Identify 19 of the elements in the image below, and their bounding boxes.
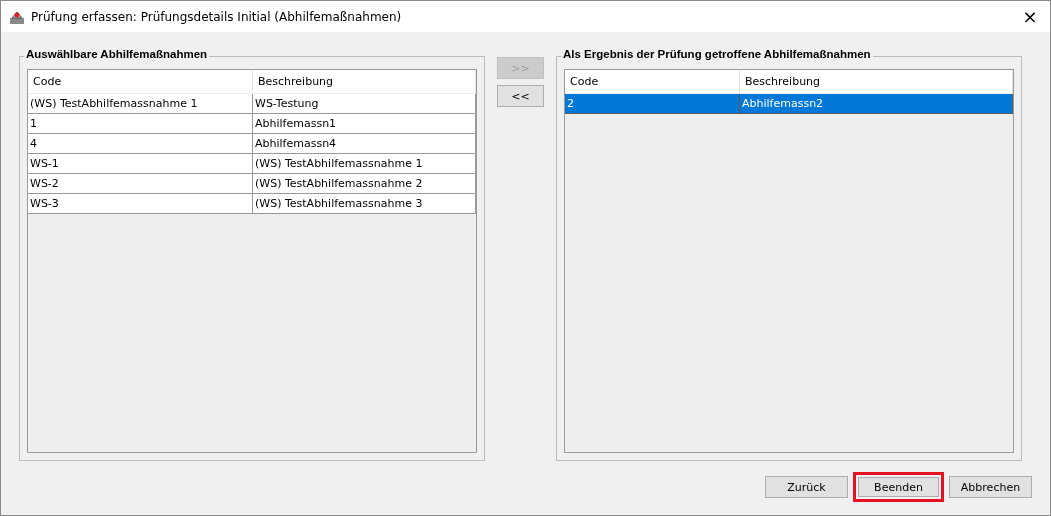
table-row[interactable]: WS-3 (WS) TestAbhilfemassnahme 3 [28, 194, 476, 214]
table-cell: Abhilfemassn2 [740, 94, 1013, 114]
table-row[interactable]: 2 Abhilfemassn2 [565, 94, 1013, 114]
group-title: Auswählbare Abhilfemaßnahmen [24, 48, 210, 60]
close-button[interactable]: × [1010, 5, 1050, 28]
table-cell: (WS) TestAbhilfemassnahme 3 [253, 194, 476, 214]
transfer-button[interactable]: << [497, 85, 544, 107]
window-title: Prüfung erfassen: Prüfungsdetails Initial (Abhilfemaßnahmen) [31, 9, 403, 24]
group-title: Als Ergebnis der Prüfung getroffene Abhilfemaßnahmen [561, 48, 873, 60]
table-row[interactable]: (WS) TestAbhilfemassnahme 1 WS-Testung [28, 94, 476, 114]
table-row[interactable]: 1 Abhilfemassn1 [28, 114, 476, 134]
dialog-button[interactable]: Zurück [765, 476, 848, 498]
table-row[interactable]: WS-1 (WS) TestAbhilfemassnahme 1 [28, 154, 476, 174]
dialog-button[interactable]: Abbrechen [949, 476, 1032, 498]
table-row[interactable]: WS-2 (WS) TestAbhilfemassnahme 2 [28, 174, 476, 194]
dialog-button[interactable]: Beenden [853, 472, 944, 502]
table-cell: 2 [565, 94, 740, 114]
table-row[interactable]: 4 Abhilfemassn4 [28, 134, 476, 154]
table-cell: WS-3 [28, 194, 253, 214]
